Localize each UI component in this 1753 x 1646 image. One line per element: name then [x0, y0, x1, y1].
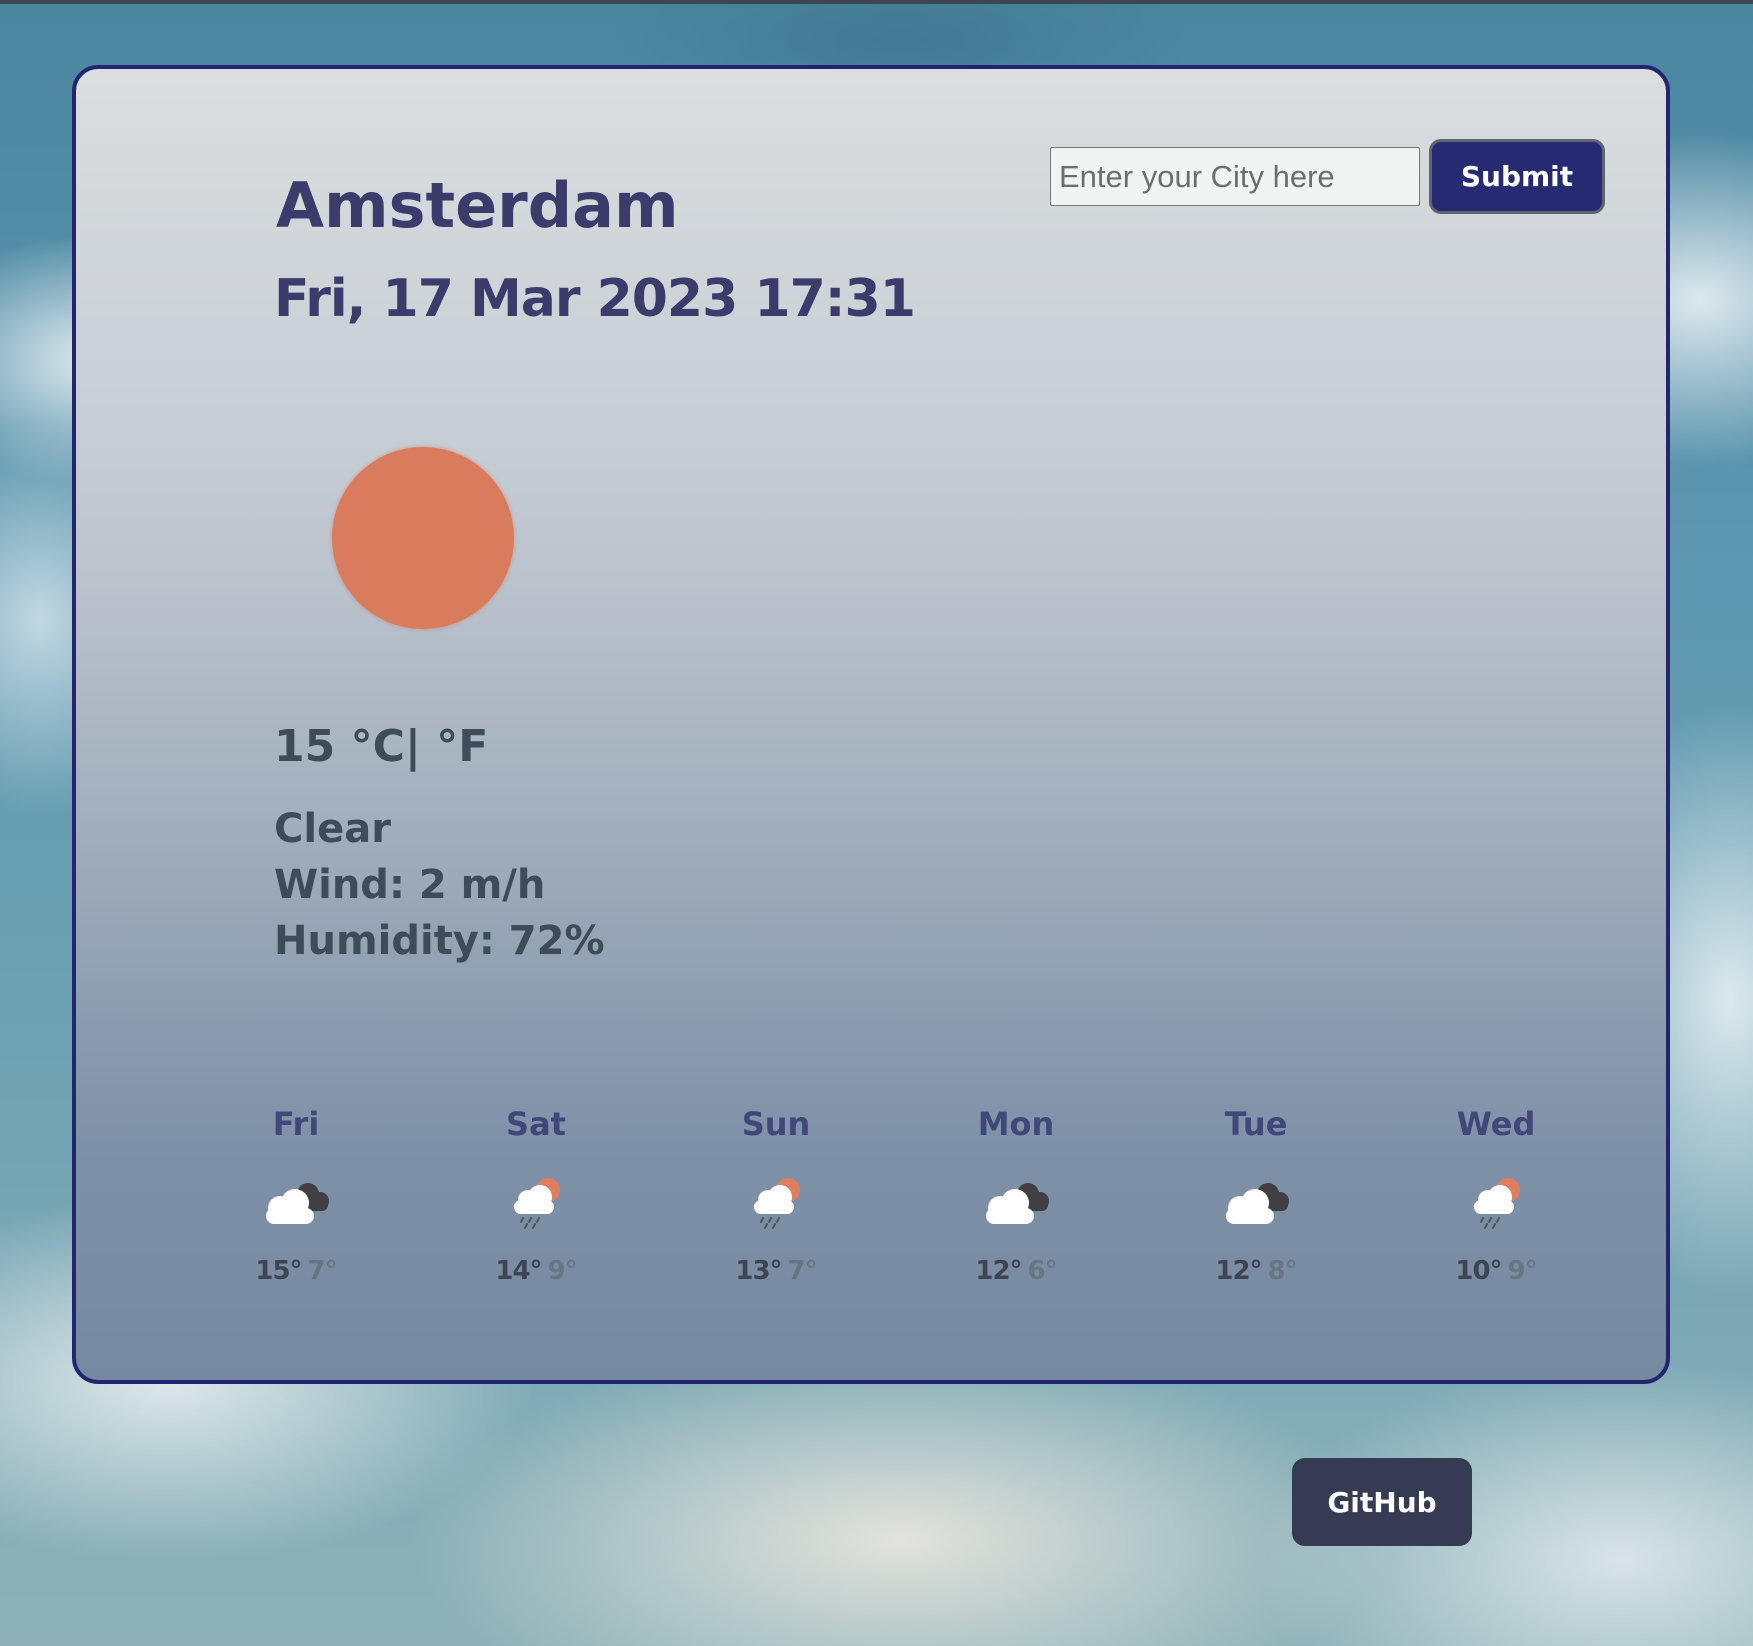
window-top-edge: [0, 0, 1753, 4]
forecast-day: Wed 10° 9°: [1376, 1104, 1616, 1286]
city-search-input[interactable]: [1050, 147, 1420, 206]
forecast-min-temp: 7°: [307, 1256, 338, 1286]
forecast-day-name: Mon: [977, 1105, 1055, 1143]
fahrenheit-link[interactable]: °F: [436, 721, 488, 772]
forecast-min-temp: 7°: [787, 1256, 818, 1286]
forecast-max-temp: 13°: [735, 1256, 782, 1286]
current-temperature: 15 °C| °F: [274, 721, 488, 772]
temperature-value: 15: [274, 721, 336, 772]
forecast-day-name: Sun: [741, 1105, 811, 1143]
submit-button[interactable]: Submit: [1429, 139, 1605, 214]
unit-separator: |: [404, 721, 421, 772]
forecast-day-name: Tue: [1224, 1105, 1288, 1143]
weather-description: Clear: [274, 806, 391, 852]
forecast-row: Fri 15° 7° Sat 14° 9° Sun 13° 7° Mon 12°…: [176, 1104, 1616, 1286]
cloud-dark-cloud-icon: [986, 1183, 1049, 1224]
forecast-max-temp: 14°: [495, 1256, 542, 1286]
forecast-day: Fri 15° 7°: [176, 1104, 416, 1286]
forecast-temps: 10° 9°: [1455, 1256, 1538, 1286]
forecast-min-temp: 8°: [1267, 1256, 1298, 1286]
forecast-min-temp: 9°: [1507, 1256, 1538, 1286]
forecast-max-temp: 10°: [1455, 1256, 1502, 1286]
forecast-temps: 12° 6°: [975, 1256, 1058, 1286]
rain-sun-cloud-icon: [514, 1178, 560, 1229]
wind-speed: Wind: 2 m/h: [274, 862, 546, 908]
forecast-day: Mon 12° 6°: [896, 1104, 1136, 1286]
forecast-day: Sat 14° 9°: [416, 1104, 656, 1286]
forecast-day-name: Fri: [272, 1105, 320, 1143]
city-name: Amsterdam: [276, 169, 679, 242]
humidity: Humidity: 72%: [274, 918, 605, 964]
weather-card: Submit Amsterdam Fri, 17 Mar 2023 17:31 …: [72, 65, 1670, 1384]
forecast-max-temp: 15°: [255, 1256, 302, 1286]
forecast-temps: 12° 8°: [1215, 1256, 1298, 1286]
forecast-max-temp: 12°: [1215, 1256, 1262, 1286]
weather-details: Clear Wind: 2 m/h Humidity: 72%: [274, 801, 605, 969]
forecast-temps: 14° 9°: [495, 1256, 578, 1286]
forecast-max-temp: 12°: [975, 1256, 1022, 1286]
search-form: Submit: [1050, 139, 1605, 214]
cloud-dark-cloud-icon: [266, 1183, 329, 1224]
forecast-min-temp: 9°: [547, 1256, 578, 1286]
forecast-day-name: Wed: [1456, 1105, 1536, 1143]
forecast-day: Sun 13° 7°: [656, 1104, 896, 1286]
current-date-time: Fri, 17 Mar 2023 17:31: [274, 269, 916, 329]
forecast-temps: 15° 7°: [255, 1256, 338, 1286]
sun-icon: [332, 447, 514, 629]
forecast-day-name: Sat: [506, 1105, 566, 1143]
cloud-dark-cloud-icon: [1226, 1183, 1289, 1224]
forecast-min-temp: 6°: [1027, 1256, 1058, 1286]
rain-sun-cloud-icon: [754, 1178, 800, 1229]
forecast-temps: 13° 7°: [735, 1256, 818, 1286]
forecast-day: Tue 12° 8°: [1136, 1104, 1376, 1286]
github-link-button[interactable]: GitHub: [1292, 1458, 1472, 1546]
rain-sun-cloud-icon: [1474, 1178, 1520, 1229]
celsius-link[interactable]: °C: [351, 721, 405, 772]
